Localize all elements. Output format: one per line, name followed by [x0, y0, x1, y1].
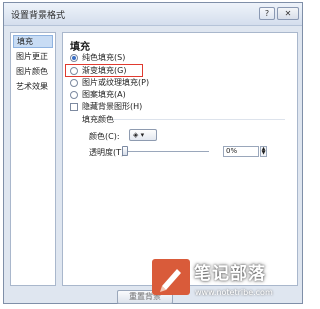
- transparency-input[interactable]: 0%: [223, 146, 259, 157]
- gradient-fill-label: 渐变填充(G): [82, 66, 127, 75]
- section-divider: [113, 119, 285, 120]
- picture-texture-fill-radio[interactable]: [70, 78, 78, 87]
- title-bar: 设置背景格式 ? ✕: [4, 3, 302, 26]
- solid-fill-label: 纯色填充(S): [82, 53, 126, 62]
- color-picker-button[interactable]: ◈ ▾: [129, 129, 157, 141]
- picture-texture-fill-option[interactable]: 图片或纹理填充(P): [70, 77, 149, 88]
- transparency-spinner[interactable]: ▲ ▼: [260, 146, 267, 157]
- sidebar-item-fill[interactable]: 填充: [13, 35, 53, 48]
- sidebar-item-picture-corrections[interactable]: 图片更正: [13, 50, 53, 63]
- watermark-title: 笔记部落: [194, 264, 266, 284]
- section-title: 填充: [70, 42, 90, 53]
- solid-fill-radio[interactable]: [70, 53, 78, 62]
- gradient-fill-radio[interactable]: [70, 66, 78, 75]
- watermark-url: www.notetribe.com: [195, 288, 273, 297]
- pattern-fill-option[interactable]: 图案填充(A): [70, 89, 126, 100]
- pattern-fill-label: 图案填充(A): [82, 90, 126, 99]
- color-label: 颜色(C):: [89, 132, 120, 141]
- hide-background-graphics-label: 隐藏背景图形(H): [82, 102, 143, 111]
- hide-background-graphics-option[interactable]: 隐藏背景图形(H): [70, 101, 142, 112]
- dialog-title: 设置背景格式: [11, 11, 66, 21]
- sidebar-item-picture-color[interactable]: 图片颜色: [13, 65, 53, 78]
- hide-background-graphics-checkbox[interactable]: [70, 102, 78, 111]
- transparency-slider-track[interactable]: [123, 151, 209, 152]
- help-button[interactable]: ?: [259, 7, 275, 20]
- notetribe-logo: [152, 259, 190, 295]
- pattern-fill-radio[interactable]: [70, 90, 78, 99]
- sidebar-item-artistic-effects[interactable]: 艺术效果: [13, 80, 53, 93]
- picture-texture-fill-label: 图片或纹理填充(P): [82, 78, 150, 87]
- dropdown-arrow-icon: ▾: [138, 131, 145, 139]
- category-sidebar: 填充 图片更正 图片颜色 艺术效果: [10, 32, 56, 286]
- fill-panel: 填充 纯色填充(S) 渐变填充(G) 图片或纹理填充(P) 图案填充(A) 隐藏…: [62, 32, 298, 286]
- solid-fill-option[interactable]: 纯色填充(S): [70, 52, 125, 63]
- close-button[interactable]: ✕: [277, 7, 299, 20]
- fill-color-title: 填充颜色: [82, 115, 114, 124]
- transparency-slider-thumb[interactable]: [122, 146, 128, 156]
- gradient-fill-option[interactable]: 渐变填充(G): [70, 65, 126, 76]
